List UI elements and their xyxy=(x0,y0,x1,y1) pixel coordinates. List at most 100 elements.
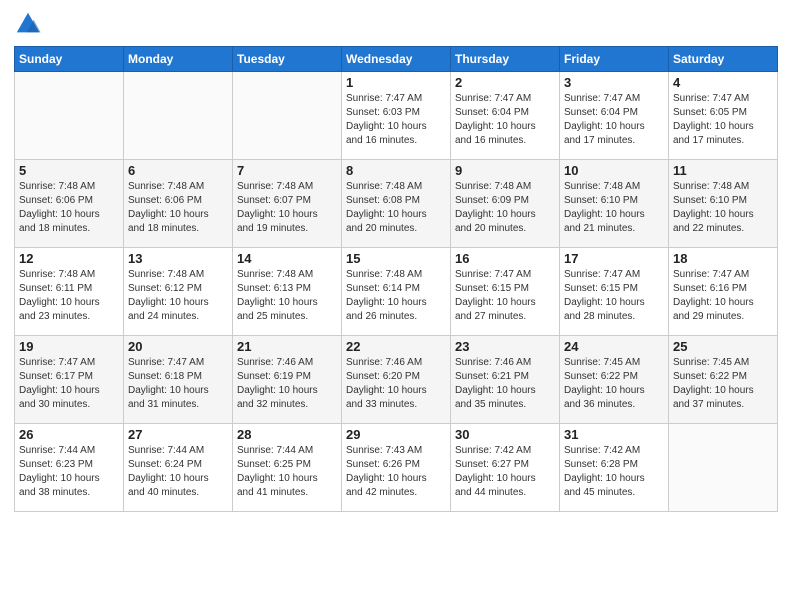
calendar-cell xyxy=(124,72,233,160)
day-info: Sunrise: 7:42 AMSunset: 6:27 PMDaylight:… xyxy=(455,444,555,500)
day-number: 12 xyxy=(19,251,119,266)
calendar-header-monday: Monday xyxy=(124,47,233,72)
calendar-cell: 11 Sunrise: 7:48 AMSunset: 6:10 PMDayligh… xyxy=(669,160,778,248)
day-info: Sunrise: 7:48 AMSunset: 6:13 PMDaylight:… xyxy=(237,268,337,324)
calendar-week-5: 26 Sunrise: 7:44 AMSunset: 6:23 PMDayligh… xyxy=(15,424,778,512)
calendar-cell: 14 Sunrise: 7:48 AMSunset: 6:13 PMDayligh… xyxy=(233,248,342,336)
calendar-cell xyxy=(233,72,342,160)
calendar-week-3: 12 Sunrise: 7:48 AMSunset: 6:11 PMDayligh… xyxy=(15,248,778,336)
calendar-cell: 8Sunrise: 7:48 AMSunset: 6:08 PMDaylight… xyxy=(342,160,451,248)
day-number: 16 xyxy=(455,251,555,266)
calendar-cell: 16 Sunrise: 7:47 AMSunset: 6:15 PMDayligh… xyxy=(451,248,560,336)
day-info: Sunrise: 7:48 AMSunset: 6:10 PMDaylight:… xyxy=(673,180,773,236)
day-info: Sunrise: 7:43 AMSunset: 6:26 PMDaylight:… xyxy=(346,444,446,500)
calendar-week-2: 5 Sunrise: 7:48 AMSunset: 6:06 PMDaylight… xyxy=(15,160,778,248)
day-number: 28 xyxy=(237,427,337,442)
calendar-header-saturday: Saturday xyxy=(669,47,778,72)
day-number: 1 xyxy=(346,75,446,90)
day-number: 7 xyxy=(237,163,337,178)
day-number: 31 xyxy=(564,427,664,442)
day-info: Sunrise: 7:48 AMSunset: 6:12 PMDaylight:… xyxy=(128,268,228,324)
day-number: 27 xyxy=(128,427,228,442)
calendar-week-4: 19 Sunrise: 7:47 AMSunset: 6:17 PMDayligh… xyxy=(15,336,778,424)
day-info: Sunrise: 7:44 AMSunset: 6:23 PMDaylight:… xyxy=(19,444,119,500)
calendar-cell: 5 Sunrise: 7:48 AMSunset: 6:06 PMDaylight… xyxy=(15,160,124,248)
calendar-cell: 1 Sunrise: 7:47 AMSunset: 6:03 PMDaylight… xyxy=(342,72,451,160)
day-info: Sunrise: 7:47 AMSunset: 6:05 PMDaylight:… xyxy=(673,92,773,148)
day-number: 10 xyxy=(564,163,664,178)
day-number: 26 xyxy=(19,427,119,442)
day-info: Sunrise: 7:47 AMSunset: 6:17 PMDaylight:… xyxy=(19,356,119,412)
calendar-cell: 6 Sunrise: 7:48 AMSunset: 6:06 PMDaylight… xyxy=(124,160,233,248)
calendar-header-tuesday: Tuesday xyxy=(233,47,342,72)
calendar-cell: 9 Sunrise: 7:48 AMSunset: 6:09 PMDaylight… xyxy=(451,160,560,248)
day-info: Sunrise: 7:47 AMSunset: 6:15 PMDaylight:… xyxy=(564,268,664,324)
day-number: 29 xyxy=(346,427,446,442)
day-info: Sunrise: 7:48 AMSunset: 6:07 PMDaylight:… xyxy=(237,180,337,236)
calendar-cell xyxy=(669,424,778,512)
day-number: 23 xyxy=(455,339,555,354)
day-number: 2 xyxy=(455,75,555,90)
day-number: 20 xyxy=(128,339,228,354)
day-info: Sunrise: 7:46 AMSunset: 6:21 PMDaylight:… xyxy=(455,356,555,412)
day-number: 13 xyxy=(128,251,228,266)
day-number: 9 xyxy=(455,163,555,178)
calendar-cell: 29 Sunrise: 7:43 AMSunset: 6:26 PMDayligh… xyxy=(342,424,451,512)
calendar-cell: 18 Sunrise: 7:47 AMSunset: 6:16 PMDayligh… xyxy=(669,248,778,336)
day-info: Sunrise: 7:47 AMSunset: 6:04 PMDaylight:… xyxy=(455,92,555,148)
day-number: 11 xyxy=(673,163,773,178)
calendar-cell: 28 Sunrise: 7:44 AMSunset: 6:25 PMDayligh… xyxy=(233,424,342,512)
calendar-cell: 22 Sunrise: 7:46 AMSunset: 6:20 PMDayligh… xyxy=(342,336,451,424)
calendar-header-sunday: Sunday xyxy=(15,47,124,72)
calendar-cell: 12 Sunrise: 7:48 AMSunset: 6:11 PMDayligh… xyxy=(15,248,124,336)
day-info: Sunrise: 7:48 AMSunset: 6:11 PMDaylight:… xyxy=(19,268,119,324)
day-number: 5 xyxy=(19,163,119,178)
calendar-cell: 25Sunrise: 7:45 AMSunset: 6:22 PMDayligh… xyxy=(669,336,778,424)
calendar-header-row: SundayMondayTuesdayWednesdayThursdayFrid… xyxy=(15,47,778,72)
day-info: Sunrise: 7:46 AMSunset: 6:19 PMDaylight:… xyxy=(237,356,337,412)
calendar-cell: 31 Sunrise: 7:42 AMSunset: 6:28 PMDayligh… xyxy=(560,424,669,512)
calendar-header-wednesday: Wednesday xyxy=(342,47,451,72)
day-number: 18 xyxy=(673,251,773,266)
day-number: 21 xyxy=(237,339,337,354)
calendar-cell: 13 Sunrise: 7:48 AMSunset: 6:12 PMDayligh… xyxy=(124,248,233,336)
calendar-week-1: 1 Sunrise: 7:47 AMSunset: 6:03 PMDaylight… xyxy=(15,72,778,160)
logo xyxy=(14,10,46,38)
day-info: Sunrise: 7:48 AMSunset: 6:09 PMDaylight:… xyxy=(455,180,555,236)
day-number: 24 xyxy=(564,339,664,354)
day-number: 14 xyxy=(237,251,337,266)
day-info: Sunrise: 7:46 AMSunset: 6:20 PMDaylight:… xyxy=(346,356,446,412)
day-info: Sunrise: 7:48 AMSunset: 6:08 PMDaylight:… xyxy=(346,180,446,236)
calendar-cell: 3Sunrise: 7:47 AMSunset: 6:04 PMDaylight… xyxy=(560,72,669,160)
day-number: 30 xyxy=(455,427,555,442)
day-info: Sunrise: 7:48 AMSunset: 6:06 PMDaylight:… xyxy=(128,180,228,236)
calendar-header-thursday: Thursday xyxy=(451,47,560,72)
day-info: Sunrise: 7:47 AMSunset: 6:15 PMDaylight:… xyxy=(455,268,555,324)
calendar-cell: 30 Sunrise: 7:42 AMSunset: 6:27 PMDayligh… xyxy=(451,424,560,512)
calendar-cell: 19 Sunrise: 7:47 AMSunset: 6:17 PMDayligh… xyxy=(15,336,124,424)
day-number: 19 xyxy=(19,339,119,354)
day-number: 17 xyxy=(564,251,664,266)
day-number: 6 xyxy=(128,163,228,178)
day-info: Sunrise: 7:47 AMSunset: 6:16 PMDaylight:… xyxy=(673,268,773,324)
calendar-cell: 10Sunrise: 7:48 AMSunset: 6:10 PMDayligh… xyxy=(560,160,669,248)
day-number: 3 xyxy=(564,75,664,90)
calendar-cell: 26 Sunrise: 7:44 AMSunset: 6:23 PMDayligh… xyxy=(15,424,124,512)
day-info: Sunrise: 7:48 AMSunset: 6:14 PMDaylight:… xyxy=(346,268,446,324)
calendar-cell: 7 Sunrise: 7:48 AMSunset: 6:07 PMDaylight… xyxy=(233,160,342,248)
day-info: Sunrise: 7:47 AMSunset: 6:03 PMDaylight:… xyxy=(346,92,446,148)
day-number: 22 xyxy=(346,339,446,354)
day-number: 15 xyxy=(346,251,446,266)
day-info: Sunrise: 7:47 AMSunset: 6:18 PMDaylight:… xyxy=(128,356,228,412)
calendar-cell: 24Sunrise: 7:45 AMSunset: 6:22 PMDayligh… xyxy=(560,336,669,424)
day-info: Sunrise: 7:48 AMSunset: 6:06 PMDaylight:… xyxy=(19,180,119,236)
day-info: Sunrise: 7:42 AMSunset: 6:28 PMDaylight:… xyxy=(564,444,664,500)
logo-icon xyxy=(14,10,42,38)
day-info: Sunrise: 7:44 AMSunset: 6:25 PMDaylight:… xyxy=(237,444,337,500)
calendar-cell: 17 Sunrise: 7:47 AMSunset: 6:15 PMDayligh… xyxy=(560,248,669,336)
page: SundayMondayTuesdayWednesdayThursdayFrid… xyxy=(0,0,792,612)
day-info: Sunrise: 7:44 AMSunset: 6:24 PMDaylight:… xyxy=(128,444,228,500)
day-number: 4 xyxy=(673,75,773,90)
calendar-cell: 21 Sunrise: 7:46 AMSunset: 6:19 PMDayligh… xyxy=(233,336,342,424)
calendar-cell: 15 Sunrise: 7:48 AMSunset: 6:14 PMDayligh… xyxy=(342,248,451,336)
